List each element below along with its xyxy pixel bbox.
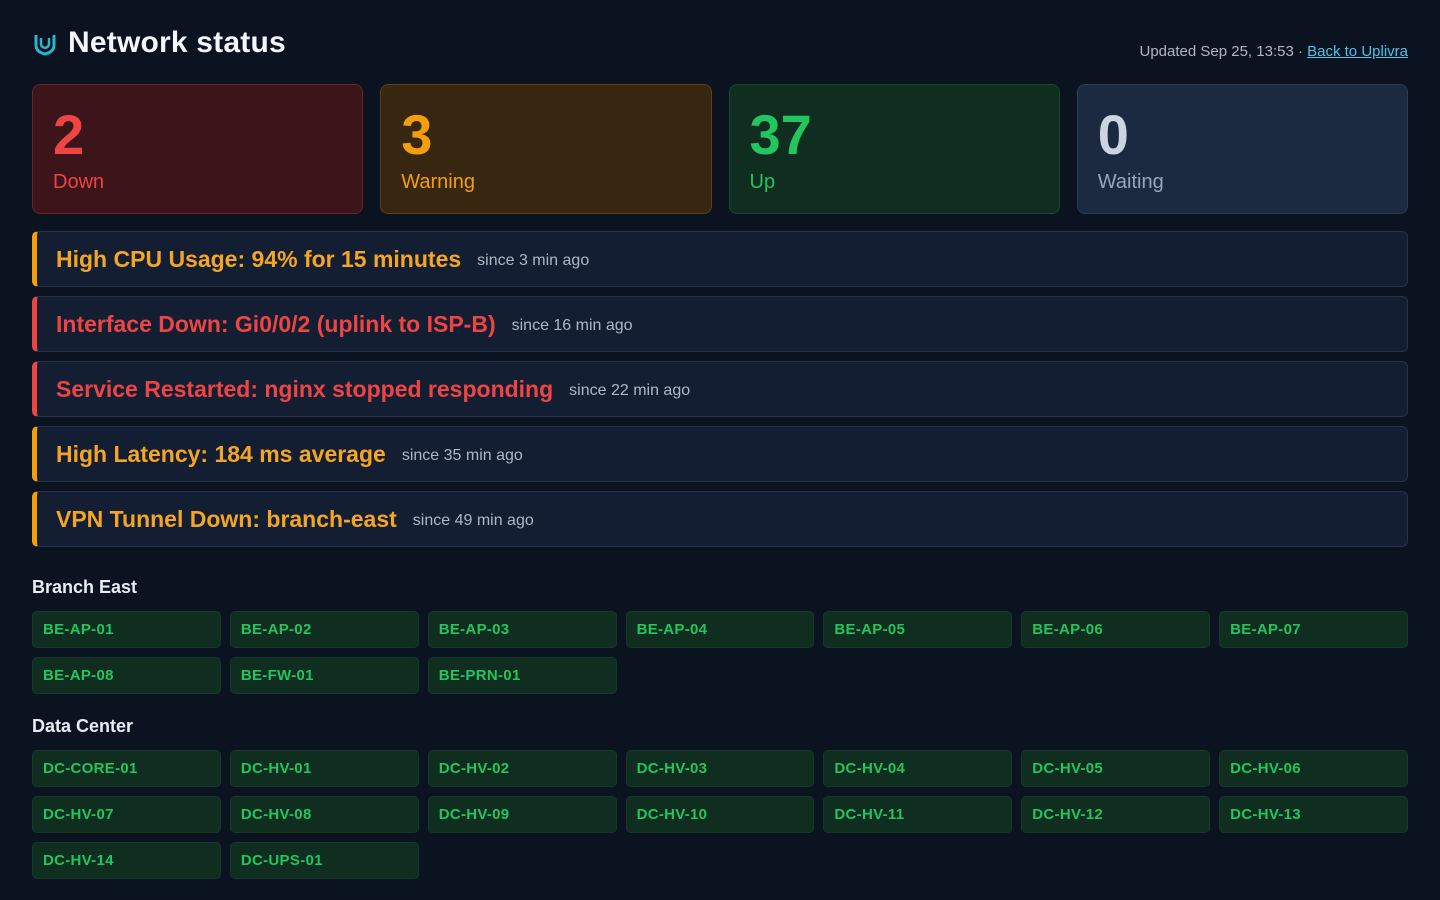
page-header: Network status Updated Sep 25, 13:53 · B… [32, 0, 1408, 84]
group-title-data-center: Data Center [32, 716, 134, 736]
device-chip[interactable]: DC-HV-06 [1219, 750, 1408, 787]
device-chip[interactable]: DC-UPS-01 [229, 842, 419, 879]
device-chip[interactable]: BE-FW-01 [229, 657, 419, 694]
device-chip[interactable]: DC-HV-05 [1021, 750, 1211, 787]
alert-since: since 35 min ago [401, 447, 523, 464]
summary-card-down[interactable]: 2 Down [32, 84, 364, 214]
device-chip[interactable]: DC-HV-11 [823, 796, 1013, 833]
alert-item[interactable]: VPN Tunnel Down: branch-east since 49 mi… [32, 491, 1408, 547]
alert-since: since 3 min ago [477, 252, 590, 269]
back-link[interactable]: Back to Uplivra [1307, 43, 1408, 60]
down-label: Down [53, 171, 105, 193]
device-chip[interactable]: DC-HV-08 [229, 796, 419, 833]
device-chip[interactable]: DC-HV-09 [427, 796, 617, 833]
device-chip[interactable]: BE-AP-08 [32, 657, 221, 694]
page-title: Network status [68, 26, 286, 59]
alert-title: Service Restarted: nginx stopped respond… [56, 375, 554, 402]
device-chip[interactable]: DC-HV-01 [229, 750, 419, 787]
device-chip[interactable]: DC-HV-14 [32, 842, 221, 879]
alert-since: since 22 min ago [569, 382, 691, 399]
device-chip[interactable]: BE-PRN-01 [427, 657, 617, 694]
device-chip[interactable]: DC-HV-13 [1219, 796, 1408, 833]
alert-title: High Latency: 184 ms average [56, 440, 386, 467]
alert-item[interactable]: Interface Down: Gi0/0/2 (uplink to ISP-B… [32, 296, 1408, 352]
device-chip[interactable]: DC-HV-10 [625, 796, 815, 833]
device-grid-data-center: DC-CORE-01 DC-HV-01 DC-HV-02 DC-HV-03 DC… [32, 750, 1408, 879]
warning-count: 3 [401, 103, 433, 166]
alert-list: High CPU Usage: 94% for 15 minutes since… [32, 231, 1408, 547]
device-chip[interactable]: BE-AP-05 [823, 611, 1013, 648]
down-count: 2 [53, 103, 85, 166]
updated-info: Updated Sep 25, 13:53 · Back to Uplivra [1140, 43, 1409, 60]
summary-card-waiting[interactable]: 0 Waiting [1076, 84, 1408, 214]
alert-since: since 16 min ago [511, 317, 633, 334]
updated-timestamp: Updated Sep 25, 13:53 · [1139, 43, 1308, 60]
alert-title: High CPU Usage: 94% for 15 minutes [56, 245, 462, 272]
device-chip[interactable]: BE-AP-01 [32, 611, 221, 648]
device-chip[interactable]: DC-CORE-01 [32, 750, 221, 787]
alert-title: VPN Tunnel Down: branch-east [56, 505, 397, 532]
group-title-branch-east: Branch East [32, 577, 138, 597]
device-chip[interactable]: BE-AP-07 [1219, 611, 1408, 648]
alert-since: since 49 min ago [412, 512, 534, 529]
device-chip[interactable]: BE-AP-02 [229, 611, 419, 648]
device-chip[interactable]: DC-HV-03 [625, 750, 815, 787]
device-chip[interactable]: BE-AP-03 [427, 611, 617, 648]
alert-title: Interface Down: Gi0/0/2 (uplink to ISP-B… [56, 310, 496, 337]
summary-cards: 2 Down 3 Warning 37 Up 0 Waiting [32, 84, 1408, 214]
up-label: Up [749, 171, 776, 193]
alert-item[interactable]: High CPU Usage: 94% for 15 minutes since… [32, 231, 1408, 287]
alert-item[interactable]: Service Restarted: nginx stopped respond… [32, 361, 1408, 417]
device-chip[interactable]: DC-HV-02 [427, 750, 617, 787]
summary-card-warning[interactable]: 3 Warning [380, 84, 712, 214]
waiting-count: 0 [1097, 103, 1129, 166]
device-chip[interactable]: BE-AP-06 [1021, 611, 1211, 648]
device-chip[interactable]: DC-HV-07 [32, 796, 221, 833]
up-count: 37 [749, 103, 812, 166]
waiting-label: Waiting [1097, 171, 1164, 193]
device-grid-branch-east: BE-AP-01 BE-AP-02 BE-AP-03 BE-AP-04 BE-A… [32, 611, 1408, 694]
device-chip[interactable]: DC-HV-12 [1021, 796, 1211, 833]
alert-item[interactable]: High Latency: 184 ms average since 35 mi… [32, 426, 1408, 482]
status-page: Network status Updated Sep 25, 13:53 · B… [32, 0, 1408, 879]
shield-logo-icon [34, 35, 56, 56]
device-chip[interactable]: DC-HV-04 [823, 750, 1013, 787]
warning-label: Warning [401, 171, 475, 193]
summary-card-up[interactable]: 37 Up [728, 84, 1060, 214]
device-chip[interactable]: BE-AP-04 [625, 611, 815, 648]
